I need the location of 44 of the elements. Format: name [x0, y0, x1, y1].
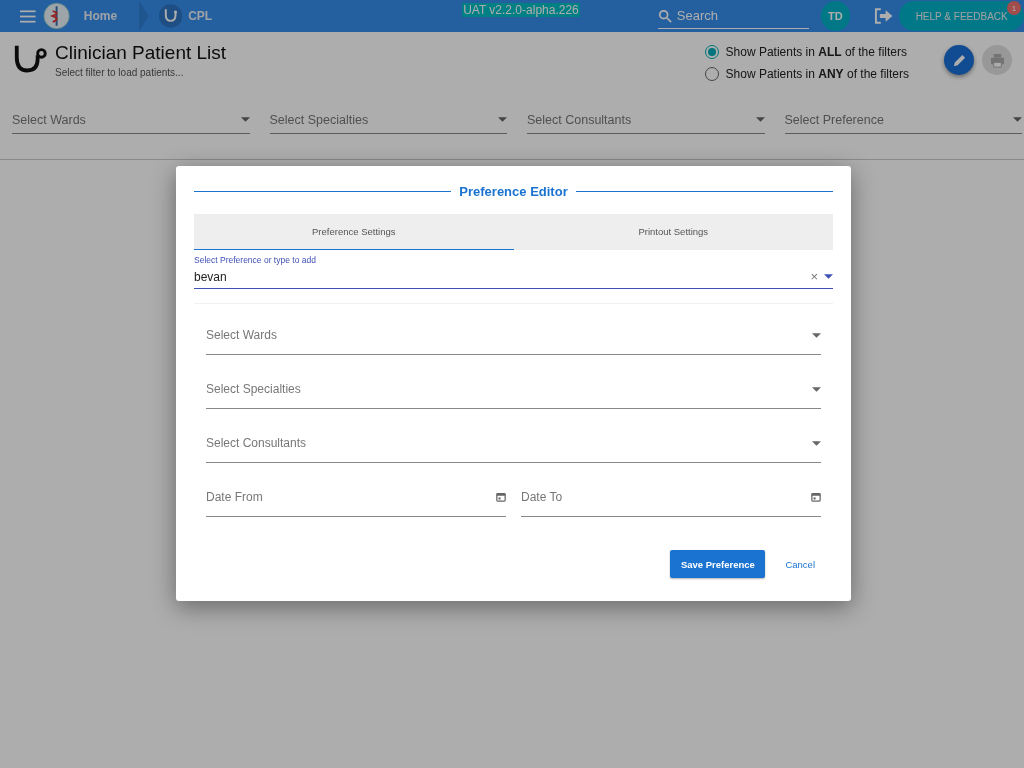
filter-select[interactable]: Select Specialties: [269, 106, 507, 134]
page-subtitle: Select filter to load patients...: [55, 67, 185, 78]
caret-icon: [812, 440, 821, 446]
menu-icon[interactable]: [20, 9, 36, 23]
select-field[interactable]: Select Specialties: [206, 370, 821, 409]
printer-icon: [989, 52, 1005, 68]
date-field[interactable]: Date To: [521, 478, 821, 517]
caret-icon: [812, 332, 821, 338]
filter-select[interactable]: Select Wards: [12, 106, 250, 134]
version-label: UAT v2.2.0-alpha.226: [462, 3, 580, 17]
tab[interactable]: Printout Settings: [513, 214, 833, 250]
pencil-icon: [951, 52, 967, 68]
page-title: Clinician Patient List: [55, 42, 227, 64]
stethoscope-icon[interactable]: [158, 4, 183, 28]
radio-label[interactable]: Show Patients in ANY of the filters: [725, 67, 909, 81]
date-field[interactable]: Date From: [206, 478, 506, 517]
radio-label[interactable]: Show Patients in ALL of the filters: [725, 45, 907, 59]
calendar-icon[interactable]: [496, 492, 506, 502]
caret-icon: [812, 386, 821, 392]
notification-badge: 1: [1007, 1, 1021, 15]
dialog-title: Preference Editor: [459, 183, 568, 199]
caret-icon: [498, 117, 507, 122]
tab[interactable]: Preference Settings: [194, 214, 514, 250]
home-breadcrumb[interactable]: Home: [83, 9, 118, 23]
caret-icon: [1013, 117, 1022, 122]
filter-select[interactable]: Select Preference: [784, 106, 1022, 134]
print-button[interactable]: [982, 45, 1012, 75]
search-field[interactable]: Search: [674, 7, 809, 24]
save-preference-button[interactable]: Save Preference: [670, 550, 766, 578]
cancel-button[interactable]: Cancel: [785, 558, 821, 570]
caret-icon: [755, 117, 765, 122]
calendar-icon[interactable]: [811, 492, 821, 502]
clear-icon[interactable]: ×: [810, 269, 818, 284]
logout-icon[interactable]: [873, 8, 894, 24]
select-field[interactable]: Select Consultants: [206, 424, 821, 463]
caret-icon: [240, 117, 250, 122]
edit-button[interactable]: [944, 45, 974, 75]
search-icon: [657, 8, 672, 23]
filter-select[interactable]: Select Consultants: [527, 106, 765, 134]
logo-icon[interactable]: [42, 2, 70, 30]
select-field[interactable]: Select Wards: [206, 316, 821, 355]
caret-icon: [824, 274, 833, 279]
cpl-breadcrumb[interactable]: CPL: [188, 9, 213, 23]
preference-field[interactable]: Select Preference or type to add bevan ×: [194, 250, 833, 289]
